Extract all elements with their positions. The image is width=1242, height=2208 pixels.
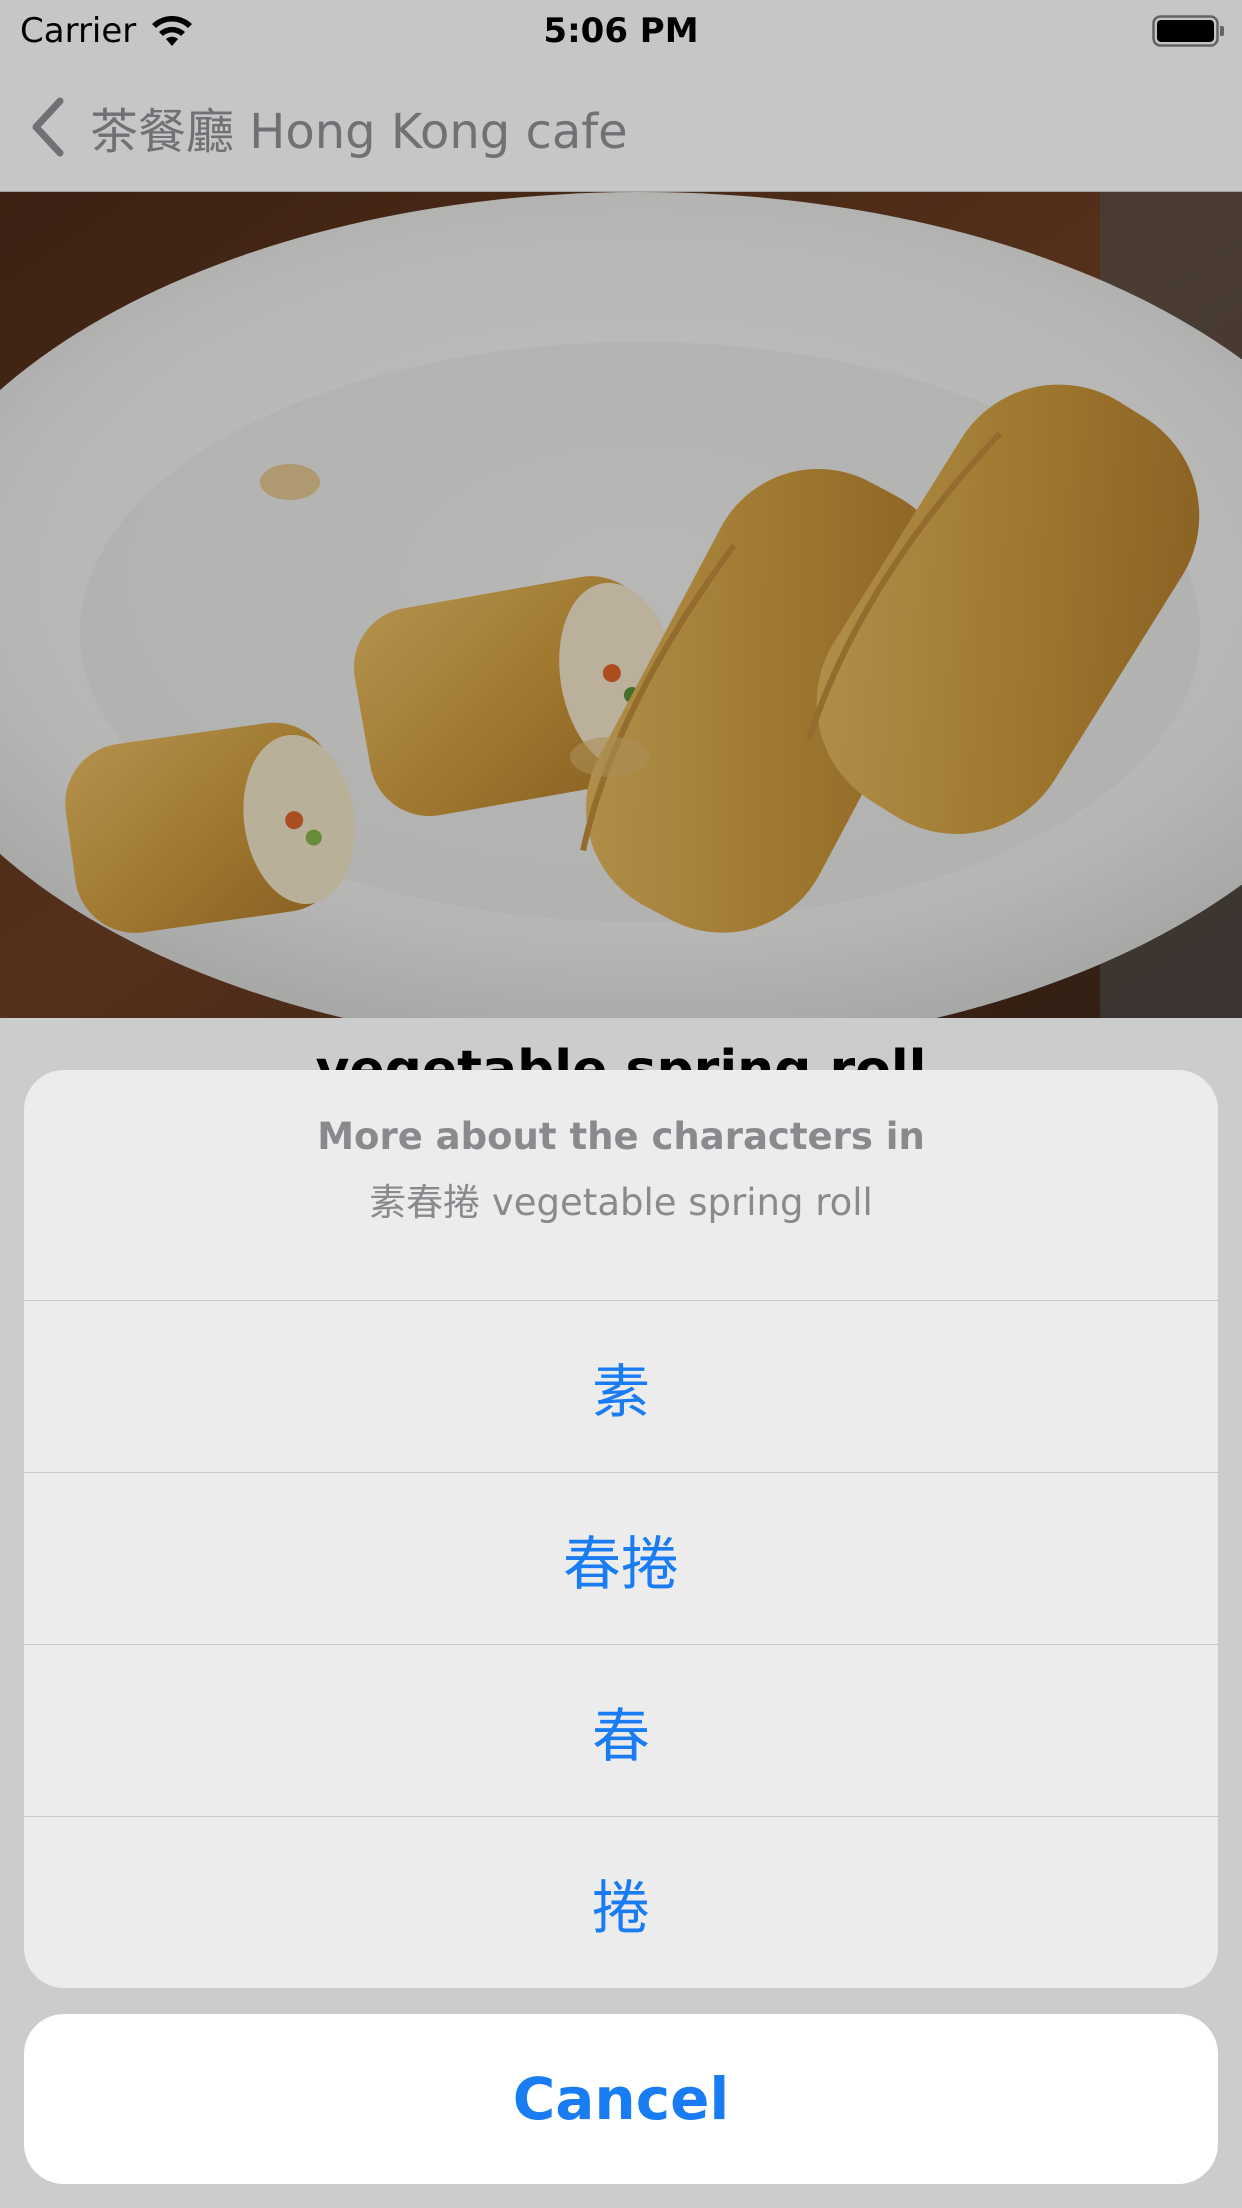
action-sheet-header: More about the characters in 素春捲 vegetab…	[24, 1070, 1218, 1301]
cancel-button[interactable]: Cancel	[24, 2014, 1218, 2184]
action-sheet-title: More about the characters in	[317, 1115, 925, 1158]
action-button-chun-juan[interactable]: 春捲	[24, 1473, 1218, 1645]
action-button-chun[interactable]: 春	[24, 1645, 1218, 1817]
action-sheet-message: 素春捲 vegetable spring roll	[369, 1181, 873, 1224]
action-sheet: More about the characters in 素春捲 vegetab…	[24, 1070, 1218, 1988]
action-button-su[interactable]: 素	[24, 1301, 1218, 1473]
action-button-juan[interactable]: 捲	[24, 1817, 1218, 1988]
